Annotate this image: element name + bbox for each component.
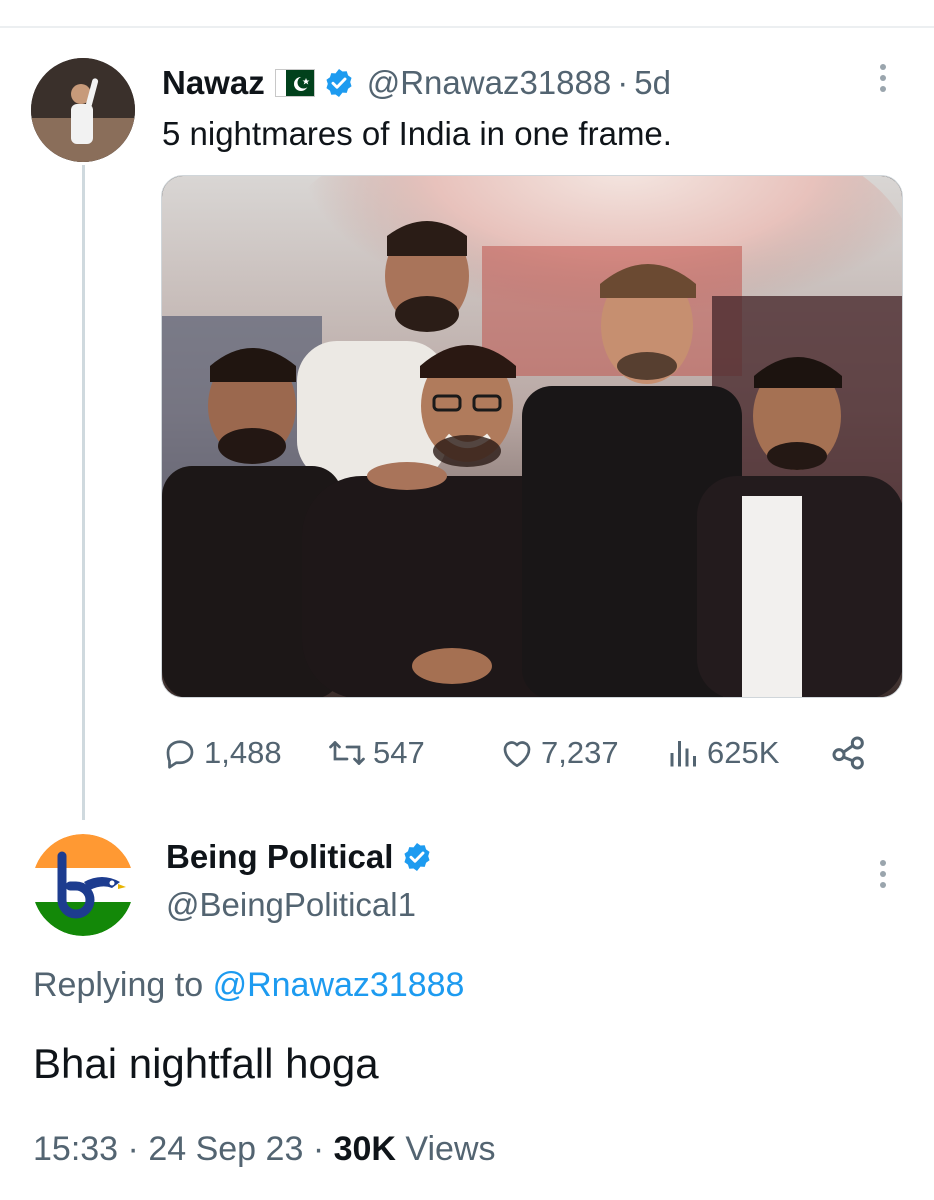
share-icon: [832, 736, 864, 770]
thread-connector-line: [82, 165, 85, 820]
being-political-logo-icon: [32, 834, 134, 936]
header-separator: ·: [617, 64, 629, 101]
tweet-action-bar: 1,488 547 7,237 625K: [162, 728, 882, 778]
parent-time-ago[interactable]: 5d: [634, 64, 671, 102]
group-photo-image: [162, 176, 902, 697]
reply-views-label: Views: [405, 1130, 496, 1168]
being-political-avatar[interactable]: [32, 834, 134, 936]
replying-to-line: Replying to @Rnawaz31888: [33, 966, 464, 1005]
reply-date[interactable]: 24 Sep 23: [148, 1130, 303, 1168]
reply-count: 1,488: [204, 735, 282, 770]
retweet-icon: [329, 741, 365, 765]
nawaz-avatar[interactable]: [31, 58, 135, 162]
reply-views-count: 30K: [333, 1130, 396, 1168]
reply-tweet-text: Bhai nightfall hoga: [33, 1040, 379, 1087]
parent-tweet-header: Nawaz @Rnawaz31888 · 5d: [162, 60, 671, 106]
tweet-photo[interactable]: [161, 175, 903, 698]
reply-display-name[interactable]: Being Political: [166, 838, 393, 876]
reply-button[interactable]: 1,488: [162, 728, 282, 778]
parent-display-name[interactable]: Nawaz: [162, 64, 265, 102]
parent-handle[interactable]: @Rnawaz31888: [367, 64, 612, 102]
parent-tweet-text: 5 nightmares of India in one frame.: [162, 115, 672, 152]
share-button[interactable]: [829, 728, 875, 778]
like-button[interactable]: 7,237: [499, 728, 619, 778]
retweet-button[interactable]: 547: [327, 728, 425, 778]
meta-separator: ·: [127, 1130, 139, 1168]
retweet-count: 547: [373, 735, 425, 770]
reply-icon: [166, 740, 194, 769]
reply-handle[interactable]: @BeingPolitical1: [166, 886, 416, 924]
views-count: 625K: [707, 735, 780, 770]
replying-prefix: Replying to: [33, 966, 204, 1004]
top-divider: [0, 26, 934, 28]
replying-to-mention[interactable]: @Rnawaz31888: [213, 966, 465, 1004]
views-icon: [670, 741, 696, 767]
verified-badge-icon: [404, 843, 430, 871]
more-options-icon[interactable]: [878, 860, 888, 888]
verified-badge-icon: [326, 69, 352, 97]
pakistan-flag-icon: [274, 69, 315, 97]
meta-separator: ·: [312, 1130, 325, 1168]
views-button[interactable]: 625K: [667, 728, 779, 778]
reply-time[interactable]: 15:33: [33, 1130, 118, 1168]
reply-tweet-header: Being Political: [166, 838, 433, 876]
reply-meta: 15:33 · 24 Sep 23 · 30K Views: [33, 1130, 496, 1169]
like-count: 7,237: [541, 735, 619, 770]
like-icon: [503, 741, 531, 768]
cricketer-avatar-icon: [31, 58, 135, 162]
more-options-icon[interactable]: [878, 64, 888, 92]
